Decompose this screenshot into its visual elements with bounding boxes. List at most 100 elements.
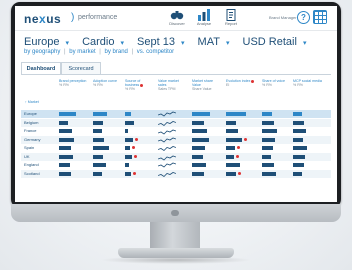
market-name[interactable]: Belgium — [24, 120, 38, 125]
alert-dot-icon — [140, 83, 144, 87]
market-name[interactable]: Europe — [24, 111, 37, 116]
table-row[interactable]: Europe — [21, 110, 331, 118]
metric-bar — [59, 154, 73, 159]
market-name[interactable]: UK — [24, 154, 30, 159]
sparkline — [158, 162, 176, 168]
sparkline — [158, 111, 176, 117]
metric-bar — [93, 112, 107, 116]
metric-bar — [125, 120, 134, 125]
metric-bar — [59, 129, 72, 133]
market-name[interactable]: Scotland — [24, 171, 40, 176]
col-header-value-market-sales[interactable]: Value market sales Sales TPM — [158, 79, 188, 92]
col-header-source-of-business[interactable]: Source of business% R% — [125, 79, 155, 92]
monitor-logo — [171, 210, 179, 216]
table-row[interactable]: UK — [21, 152, 331, 161]
market-column-header[interactable]: ↑ Market — [25, 100, 39, 104]
metric-bar — [93, 129, 102, 133]
metric-bar — [93, 137, 104, 142]
alert-dot-icon — [133, 171, 136, 175]
view-by-brand[interactable]: by brand — [105, 49, 128, 55]
table-header: ↑ Market Brand perception% R% Adoption c… — [21, 77, 331, 109]
metric-bar — [262, 112, 272, 116]
metric-bar — [293, 171, 302, 176]
metric-bar — [93, 146, 109, 150]
view-vs-competitor[interactable]: vs. competitor — [137, 49, 174, 55]
metric-bar — [59, 146, 71, 150]
binoculars-icon — [170, 11, 184, 20]
col-header-share-of-voice[interactable]: Share of voice% R% — [262, 79, 292, 87]
metric-bar — [293, 129, 306, 133]
metric-bar — [293, 112, 302, 116]
view-by-market[interactable]: by market — [69, 49, 95, 55]
metric-bar — [125, 129, 128, 133]
filter-period[interactable]: Sept 13 ▾ — [137, 36, 189, 48]
col-header-adoption-curve[interactable]: Adoption curve% R% — [93, 79, 123, 87]
filter-therapy[interactable]: Cardio ▾ — [82, 36, 129, 48]
user-name[interactable]: Brand Manager — [269, 15, 297, 20]
metric-bar — [262, 154, 271, 159]
help-icon[interactable]: ? — [297, 11, 310, 24]
metric-bar — [192, 120, 204, 125]
filter-region[interactable]: Europe ▾ — [24, 36, 74, 48]
brand-part-a: ne — [24, 12, 40, 26]
col-header-brand-perception[interactable]: Brand perception% R% — [59, 79, 89, 87]
metric-bar — [192, 171, 204, 176]
metric-bar — [59, 171, 71, 176]
metric-bar — [226, 129, 238, 133]
alert-dot-icon — [134, 154, 137, 158]
metric-bar — [125, 112, 131, 116]
metric-bar — [262, 146, 273, 150]
analyse-label: Analyse — [196, 21, 212, 26]
col-header-market-share[interactable]: Market share Value Share Value — [192, 79, 222, 92]
alert-dot-icon — [244, 137, 247, 141]
metric-bar — [93, 120, 103, 125]
discover-button[interactable]: Discover — [165, 9, 189, 28]
alert-dot-icon — [132, 146, 135, 149]
metric-bar — [262, 137, 275, 142]
sparkline — [158, 120, 176, 126]
report-button[interactable]: Report — [219, 9, 243, 28]
metric-bar — [125, 154, 132, 159]
view-by-geography[interactable]: by geography — [24, 49, 60, 55]
metric-bar — [293, 146, 307, 150]
brand-separator: ) — [71, 12, 75, 23]
metric-bar — [125, 146, 130, 150]
metric-bar — [226, 154, 234, 159]
table-row[interactable]: Spain — [21, 144, 331, 152]
alert-dot-icon — [237, 146, 240, 149]
col-header-evolution-index[interactable]: Evolution index EI — [226, 79, 256, 87]
table-row[interactable]: France — [21, 127, 331, 135]
metric-bar — [125, 137, 133, 142]
metric-bar — [192, 154, 203, 159]
metric-bar — [262, 129, 277, 133]
brand-logo[interactable]: nexus — [24, 12, 61, 26]
metric-bar — [262, 171, 276, 176]
market-name[interactable]: France — [24, 128, 36, 133]
metric-bar — [293, 120, 304, 125]
metric-bar — [93, 163, 106, 167]
metric-bar — [192, 163, 206, 167]
filter-measure[interactable]: USD Retail ▾ — [243, 36, 312, 48]
apps-grid-icon[interactable] — [313, 10, 327, 24]
table-row[interactable]: Belgium — [21, 118, 331, 127]
top-bar: nexus ) performance Discover Analyse Rep… — [15, 6, 337, 31]
market-name[interactable]: Spain — [24, 145, 34, 150]
metric-bar — [59, 163, 70, 167]
view-links: by geography | by market | by brand | vs… — [24, 49, 174, 55]
table-row[interactable]: Scotland — [21, 169, 331, 178]
alert-dot-icon — [236, 154, 239, 158]
analyse-button[interactable]: Analyse — [192, 9, 216, 28]
metric-bar — [59, 120, 68, 125]
metric-bar — [192, 146, 205, 150]
alert-dot-icon — [251, 79, 255, 83]
monitor-chin — [11, 204, 341, 222]
table-row[interactable]: England — [21, 161, 331, 169]
table-row[interactable]: Germany — [21, 135, 331, 144]
market-name[interactable]: England — [24, 162, 39, 167]
metric-bar — [226, 146, 235, 150]
metric-bar — [226, 163, 240, 167]
sparkline — [158, 129, 176, 135]
filter-aggregation[interactable]: MAT ▾ — [198, 36, 235, 48]
col-header-social-media[interactable]: MCP social media% R% — [293, 79, 323, 87]
market-name[interactable]: Germany — [24, 137, 40, 142]
